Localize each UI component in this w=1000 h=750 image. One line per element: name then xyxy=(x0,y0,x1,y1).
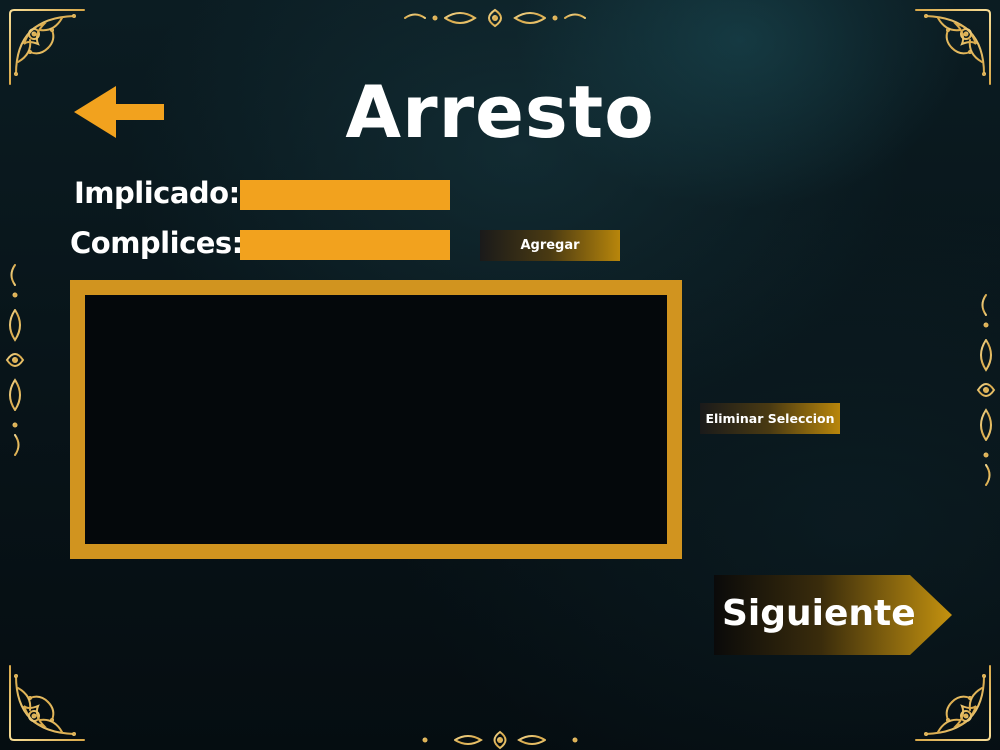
implicado-input[interactable] xyxy=(240,180,450,210)
complices-label: Complices: xyxy=(70,226,243,260)
eliminar-seleccion-button[interactable]: Eliminar Seleccion xyxy=(700,403,840,434)
ornament-edge-top-icon xyxy=(345,6,645,30)
ornament-edge-right-icon xyxy=(974,255,998,525)
back-button[interactable] xyxy=(72,84,166,140)
ornament-edge-bottom-icon xyxy=(365,730,635,750)
agregar-button[interactable]: Agregar xyxy=(480,230,620,261)
page-title: Arresto xyxy=(345,70,655,154)
arrow-left-icon xyxy=(74,86,164,138)
accomplices-listbox[interactable] xyxy=(70,280,682,559)
implicado-label: Implicado: xyxy=(74,176,240,210)
ornament-corner-top-right-icon xyxy=(910,4,996,90)
siguiente-label: Siguiente xyxy=(722,593,916,634)
ornament-edge-left-icon xyxy=(3,225,27,495)
siguiente-button[interactable]: Siguiente xyxy=(714,575,952,655)
accomplices-list xyxy=(85,295,667,544)
ornament-corner-bottom-right-icon xyxy=(910,660,996,746)
complices-input[interactable] xyxy=(240,230,450,260)
ornament-corner-bottom-left-icon xyxy=(4,660,90,746)
ornament-corner-top-left-icon xyxy=(4,4,90,90)
